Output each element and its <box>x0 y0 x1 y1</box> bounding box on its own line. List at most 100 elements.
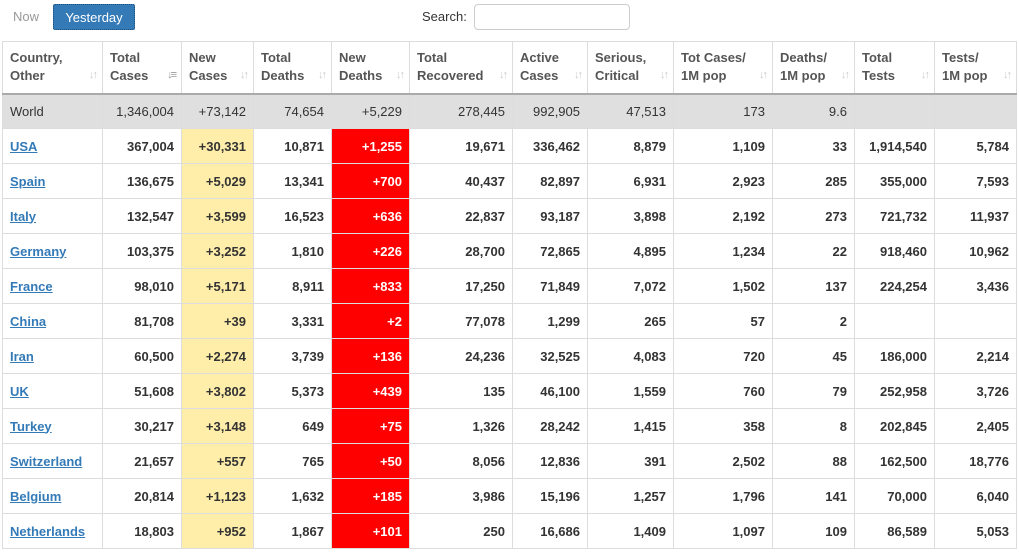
cell: 12,836 <box>512 443 588 479</box>
country-link[interactable]: Netherlands <box>10 524 85 539</box>
column-header-line1: Total <box>110 50 141 65</box>
country-link[interactable]: Switzerland <box>10 454 82 469</box>
cell: 18,803 <box>102 513 182 549</box>
cell: 250 <box>409 513 513 549</box>
cell: Belgium <box>2 478 103 514</box>
cell: Iran <box>2 338 103 374</box>
country-link[interactable]: China <box>10 314 46 329</box>
column-header[interactable]: Tot Cases/1M pop ↓↑ <box>673 41 773 95</box>
sort-icon[interactable]: ↓↑ <box>841 66 850 84</box>
country-link[interactable]: UK <box>10 384 29 399</box>
sort-desc-icon[interactable]: ↓≡ <box>167 66 177 84</box>
country-link[interactable]: Spain <box>10 174 45 189</box>
countries-table: Country, Other ↓↑ Total Cases ↓≡ New Cases ↓↑ Tot… <box>2 41 1017 549</box>
table-row: Netherlands 18,803 +952 1,867 +101 250 16,686 1… <box>2 513 1017 549</box>
cell: 720 <box>673 338 773 374</box>
sort-icon[interactable]: ↓↑ <box>921 66 930 84</box>
cell: +30,331 <box>181 128 254 164</box>
header-row: Country, Other ↓↑ Total Cases ↓≡ New Cases ↓↑ Tot… <box>2 41 1017 95</box>
column-header[interactable]: Total Deaths ↓↑ <box>253 41 332 95</box>
cell: +73,142 <box>181 93 254 129</box>
column-header[interactable]: Total Recovered ↓↑ <box>409 41 513 95</box>
cell: +3,148 <box>181 408 254 444</box>
cell: +636 <box>331 198 410 234</box>
cell: 3,436 <box>934 268 1017 304</box>
cell: 28,242 <box>512 408 588 444</box>
cell: 3,331 <box>253 303 332 339</box>
cell: 252,958 <box>854 373 935 409</box>
cell: +700 <box>331 163 410 199</box>
country-link[interactable]: Turkey <box>10 419 52 434</box>
cell: 5,053 <box>934 513 1017 549</box>
cell: 1,914,540 <box>854 128 935 164</box>
cell: 7,593 <box>934 163 1017 199</box>
cell: 40,437 <box>409 163 513 199</box>
cell: 721,732 <box>854 198 935 234</box>
column-header-line2: Deaths <box>339 68 383 83</box>
cell: 32,525 <box>512 338 588 374</box>
cell: 136,675 <box>102 163 182 199</box>
cell: 74,654 <box>253 93 332 129</box>
search-input[interactable] <box>474 4 630 30</box>
cell: 24,236 <box>409 338 513 374</box>
cell: +1,123 <box>181 478 254 514</box>
table-row: China 81,708 +39 3,331 +2 77,078 1,299 265 57 2 <box>2 303 1017 339</box>
cell: +1,255 <box>331 128 410 164</box>
now-button[interactable]: Now <box>4 4 48 30</box>
country-link[interactable]: Germany <box>10 244 66 259</box>
column-header-line2: Recovered <box>417 68 484 83</box>
cell <box>934 93 1017 129</box>
sort-icon[interactable]: ↓↑ <box>660 66 669 84</box>
cell: 22 <box>772 233 855 269</box>
yesterday-button[interactable]: Yesterday <box>53 4 135 30</box>
cell: 1,346,004 <box>102 93 182 129</box>
sort-icon[interactable]: ↓↑ <box>240 66 249 84</box>
table-row: Turkey 30,217 +3,148 649 +75 1,326 28,242 1,415… <box>2 408 1017 444</box>
country-link[interactable]: Iran <box>10 349 34 364</box>
cell: 46,100 <box>512 373 588 409</box>
cell: 391 <box>587 443 674 479</box>
column-header[interactable]: Serious, Critical ↓↑ <box>587 41 674 95</box>
cell: 765 <box>253 443 332 479</box>
country-link[interactable]: USA <box>10 139 37 154</box>
column-header[interactable]: Country, Other ↓↑ <box>2 41 103 95</box>
cell: 18,776 <box>934 443 1017 479</box>
column-header[interactable]: Active Cases ↓↑ <box>512 41 588 95</box>
column-header[interactable]: Total Tests ↓↑ <box>854 41 935 95</box>
column-header-line2: 1M pop <box>681 68 727 83</box>
cell: 82,897 <box>512 163 588 199</box>
cell: 273 <box>772 198 855 234</box>
cell: 109 <box>772 513 855 549</box>
sort-icon[interactable]: ↓↑ <box>396 66 405 84</box>
cell: 88 <box>772 443 855 479</box>
country-link[interactable]: Italy <box>10 209 36 224</box>
country-link[interactable]: Belgium <box>10 489 61 504</box>
cell: 367,004 <box>102 128 182 164</box>
cell: 4,083 <box>587 338 674 374</box>
cell: 10,962 <box>934 233 1017 269</box>
sort-icon[interactable]: ↓↑ <box>759 66 768 84</box>
column-header[interactable]: Tests/1M pop ↓↑ <box>934 41 1017 95</box>
cell: 81,708 <box>102 303 182 339</box>
sort-icon[interactable]: ↓↑ <box>499 66 508 84</box>
cell: 336,462 <box>512 128 588 164</box>
toolbar: Now Yesterday Search: <box>0 0 1019 40</box>
cell: +101 <box>331 513 410 549</box>
column-header[interactable]: New Cases ↓↑ <box>181 41 254 95</box>
sort-icon[interactable]: ↓↑ <box>574 66 583 84</box>
cell: +952 <box>181 513 254 549</box>
cell: 16,686 <box>512 513 588 549</box>
cell: +3,802 <box>181 373 254 409</box>
cell: China <box>2 303 103 339</box>
sort-icon[interactable]: ↓↑ <box>318 66 327 84</box>
sort-icon[interactable]: ↓↑ <box>89 66 98 84</box>
cell: 30,217 <box>102 408 182 444</box>
column-header-line1: Total <box>261 50 292 65</box>
column-header[interactable]: Total Cases ↓≡ <box>102 41 182 95</box>
column-header[interactable]: Deaths/1M pop ↓↑ <box>772 41 855 95</box>
cell <box>854 303 935 339</box>
country-link[interactable]: France <box>10 279 53 294</box>
column-header[interactable]: New Deaths ↓↑ <box>331 41 410 95</box>
sort-icon[interactable]: ↓↑ <box>1003 66 1012 84</box>
cell: 1,796 <box>673 478 773 514</box>
